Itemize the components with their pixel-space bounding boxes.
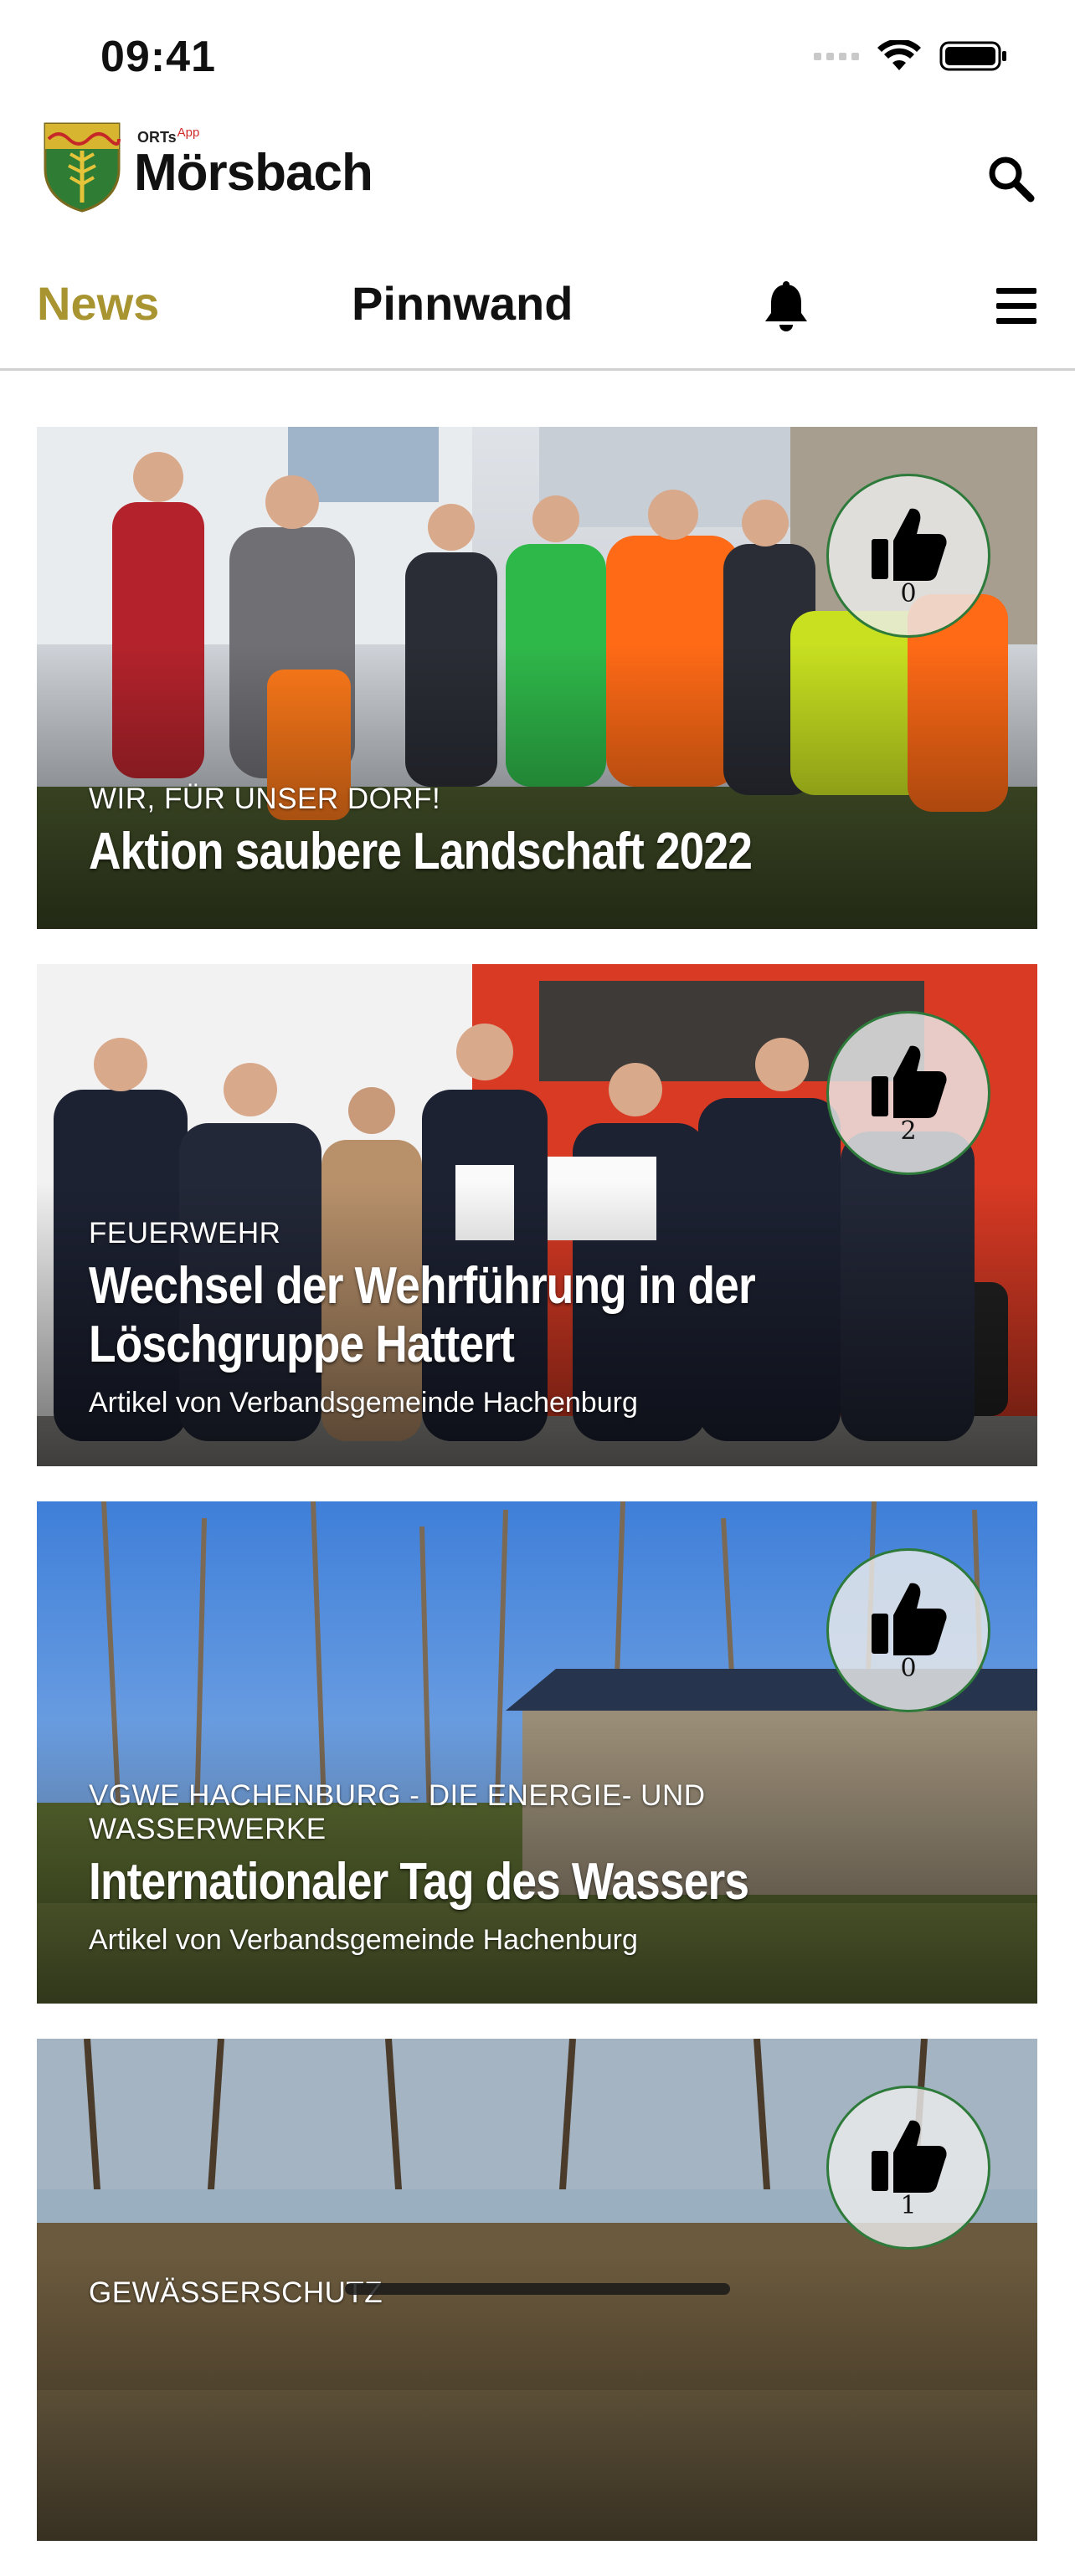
news-card[interactable]: FEUERWEHR Wechsel der Wehrführung in der… — [37, 964, 1037, 1466]
card-author: Artikel von Verbandsgemeinde Hachenburg — [89, 1387, 638, 1419]
tab-news[interactable]: News — [37, 276, 159, 331]
like-button[interactable]: 2 — [826, 1011, 990, 1175]
thumbs-up-icon — [872, 1045, 947, 1118]
status-icons — [814, 40, 1008, 72]
menu-button[interactable] — [993, 285, 1040, 332]
like-button[interactable]: 0 — [826, 1548, 990, 1712]
app-logo[interactable]: ORTsApp Mörsbach — [42, 121, 373, 213]
card-title: Wechsel der Wehrführung in der Löschgrup… — [89, 1256, 756, 1374]
cellular-signal-icon — [814, 52, 859, 60]
like-count: 1 — [900, 2190, 917, 2220]
news-card[interactable]: WIR, FÜR UNSER DORF! Aktion saubere Land… — [37, 427, 1037, 929]
battery-icon — [939, 41, 1006, 71]
tab-pinnwand[interactable]: Pinnwand — [352, 276, 573, 331]
card-author: Artikel von Verbandsgemeinde Hachenburg — [89, 1924, 638, 1956]
like-button[interactable]: 0 — [826, 474, 990, 638]
coat-of-arms-icon — [44, 122, 121, 213]
card-category: WIR, FÜR UNSER DORF! — [89, 783, 441, 816]
thumbs-up-icon — [872, 508, 947, 581]
card-category: FEUERWEHR — [89, 1216, 281, 1250]
app-header: ORTsApp Mörsbach — [0, 117, 1075, 226]
news-feed: WIR, FÜR UNSER DORF! Aktion saubere Land… — [37, 427, 1037, 2576]
like-count: 0 — [900, 1653, 917, 1683]
like-button[interactable]: 1 — [826, 2086, 990, 2250]
like-count: 2 — [900, 1116, 917, 1146]
card-category: VGWE HACHENBURG - DIE ENERGIE- UND WASSE… — [89, 1779, 706, 1846]
thumbs-up-icon — [872, 2120, 947, 2193]
card-title: Aktion saubere Landschaft 2022 — [89, 823, 753, 881]
thumbs-up-icon — [872, 1583, 947, 1655]
wifi-icon — [877, 40, 921, 70]
card-title: Internationaler Tag des Wassers — [89, 1853, 749, 1911]
home-indicator[interactable] — [345, 2283, 730, 2295]
hamburger-menu-icon — [996, 288, 1036, 324]
logo-app-text: App — [177, 126, 200, 140]
logo-name: Mörsbach — [134, 144, 373, 202]
logo-small-text: ORTs — [137, 129, 177, 146]
status-time: 09:41 — [100, 33, 216, 81]
status-bar: 09:41 — [0, 0, 1075, 117]
like-count: 0 — [900, 578, 917, 608]
notifications-button[interactable] — [762, 281, 810, 337]
bell-icon — [765, 281, 807, 331]
news-card[interactable]: VGWE HACHENBURG - DIE ENERGIE- UND WASSE… — [37, 1501, 1037, 2004]
search-button[interactable] — [981, 149, 1040, 208]
nav-tabs: News Pinnwand — [0, 251, 1075, 371]
search-icon — [989, 157, 1035, 203]
